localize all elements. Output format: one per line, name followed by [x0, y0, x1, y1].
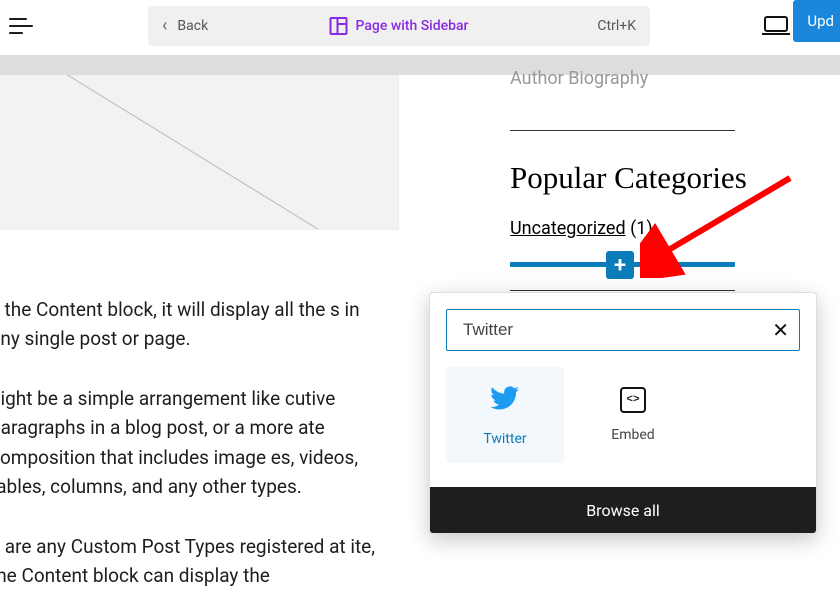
block-label: Embed: [611, 427, 654, 443]
twitter-icon: [490, 383, 520, 417]
embed-icon: <>: [620, 387, 646, 413]
block-option-embed[interactable]: <> Embed: [574, 367, 692, 463]
category-row[interactable]: Uncategorized (1): [510, 218, 653, 239]
image-placeholder[interactable]: [0, 75, 399, 230]
block-search[interactable]: ✕: [446, 309, 800, 351]
list-view-toggle[interactable]: [6, 14, 36, 38]
clear-search-icon[interactable]: ✕: [772, 318, 789, 342]
paragraph[interactable]: night be a simple arrangement like cutiv…: [0, 384, 380, 502]
sidebar-heading[interactable]: Popular Categories: [510, 160, 747, 196]
template-icon: [330, 17, 348, 35]
divider: [510, 290, 735, 291]
divider: [510, 130, 735, 131]
template-name: Page with Sidebar: [356, 18, 469, 34]
category-count: (1): [630, 218, 653, 239]
block-search-input[interactable]: [461, 319, 759, 341]
device-preview-icon[interactable]: [762, 14, 790, 36]
block-inserter-popover: ✕ Twitter <> Embed Browse all: [429, 292, 817, 534]
content-text[interactable]: s the Content block, it will display all…: [0, 295, 380, 595]
plus-icon: +: [614, 253, 626, 278]
add-block-button[interactable]: +: [606, 251, 634, 279]
breadcrumb[interactable]: ‹ Back Page with Sidebar Ctrl+K: [148, 6, 650, 46]
block-label: Twitter: [483, 431, 526, 447]
category-link[interactable]: Uncategorized: [510, 218, 626, 239]
sidebar-prev-title: Author Biography: [510, 68, 648, 89]
header-strip: [0, 55, 840, 75]
chevron-left-icon: ‹: [162, 17, 167, 35]
paragraph[interactable]: s the Content block, it will display all…: [0, 295, 380, 354]
block-option-twitter[interactable]: Twitter: [446, 367, 564, 463]
paragraph[interactable]: e are any Custom Post Types registered a…: [0, 532, 380, 591]
update-button[interactable]: Upd: [793, 0, 840, 42]
back-label: Back: [177, 18, 208, 34]
shortcut-hint: Ctrl+K: [597, 18, 636, 34]
browse-all-button[interactable]: Browse all: [430, 487, 816, 533]
